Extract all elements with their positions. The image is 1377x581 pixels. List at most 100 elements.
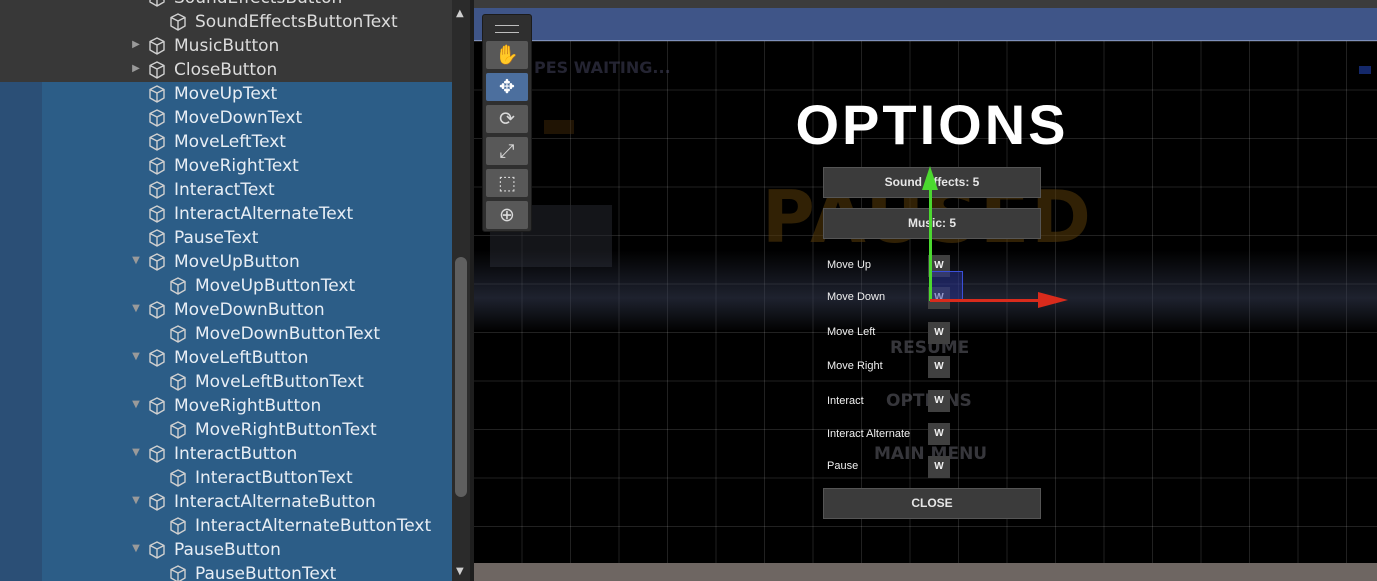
music-button[interactable]: Music: 5 <box>823 208 1041 239</box>
hierarchy-scrollbar[interactable]: ▲ ▼ <box>452 0 470 581</box>
scene-view[interactable]: PES WAITING... PAUSED RESUME OPTIONS MAI… <box>474 0 1377 581</box>
rotate-icon: ⟳ <box>499 108 515 130</box>
hierarchy-item[interactable]: ▼ MoveRightButton <box>0 394 452 418</box>
expand-arrow-icon[interactable]: ▶ <box>130 38 142 52</box>
hierarchy-item[interactable]: ▶ MusicButton <box>0 34 452 58</box>
collapse-arrow-icon[interactable]: ▼ <box>130 350 142 364</box>
gameobject-cube-icon <box>147 492 167 512</box>
hand-icon: ✋ <box>495 44 519 66</box>
hierarchy-item[interactable]: InteractButtonText <box>0 466 452 490</box>
hierarchy-item-label: SoundEffectsButton <box>174 0 342 9</box>
scrollbar-thumb[interactable] <box>455 257 467 497</box>
interact-key-button[interactable]: W <box>928 390 950 412</box>
hierarchy-item[interactable]: MoveUpButtonText <box>0 274 452 298</box>
hierarchy-item-label: MoveLeftButton <box>174 348 309 368</box>
hierarchy-item[interactable]: PauseButtonText <box>0 562 452 581</box>
rect-transform-icon: ⬚ <box>498 172 516 194</box>
hierarchy-item[interactable]: InteractAlternateText <box>0 202 452 226</box>
gameobject-cube-icon <box>147 348 167 368</box>
hierarchy-item[interactable]: MoveDownText <box>0 106 452 130</box>
gizmo-x-axis[interactable] <box>930 299 1040 302</box>
scene-header-band <box>474 8 1377 41</box>
collapse-arrow-icon[interactable]: ▼ <box>130 542 142 556</box>
gameobject-cube-icon <box>168 12 188 32</box>
move-up-label: Move Up <box>827 259 872 271</box>
hierarchy-item[interactable]: ▶ CloseButton <box>0 58 452 82</box>
tool-palette: ✋ ✥ ⟳ ⤢ ⬚ ⊕ <box>482 14 532 232</box>
hierarchy-item[interactable]: MoveLeftText <box>0 130 452 154</box>
expand-arrow-icon[interactable]: ▶ <box>130 62 142 76</box>
move-icon: ✥ <box>499 76 515 98</box>
hierarchy-item[interactable]: ▼ PauseButton <box>0 538 452 562</box>
gameobject-cube-icon <box>168 324 188 344</box>
scene-toolbar <box>474 0 1377 8</box>
gizmo-plane-handle[interactable] <box>931 271 963 301</box>
hierarchy-item[interactable]: SoundEffectsButtonText <box>0 10 452 34</box>
hierarchy-item-label: InteractAlternateButton <box>174 492 376 512</box>
move-left-key-button[interactable]: W <box>928 322 950 344</box>
hierarchy-item[interactable]: InteractText <box>0 178 452 202</box>
hierarchy-item-label: MoveUpButton <box>174 252 300 272</box>
hierarchy-item-label: InteractText <box>174 180 275 200</box>
hierarchy-item-label: InteractAlternateText <box>174 204 354 224</box>
scale-tool-button[interactable]: ⤢ <box>486 137 528 165</box>
gameobject-cube-icon <box>147 84 167 104</box>
palette-grip-icon[interactable] <box>495 25 519 33</box>
move-tool-button[interactable]: ✥ <box>486 73 528 101</box>
hierarchy-item[interactable]: MoveRightText <box>0 154 452 178</box>
collapse-arrow-icon[interactable]: ▼ <box>130 446 142 460</box>
move-down-label: Move Down <box>827 291 886 303</box>
collapse-arrow-icon[interactable]: ▼ <box>130 494 142 508</box>
collapse-arrow-icon[interactable]: ▼ <box>130 398 142 412</box>
gameobject-cube-icon <box>147 132 167 152</box>
gameobject-cube-icon <box>147 156 167 176</box>
hierarchy-item-label: PauseButton <box>174 540 281 560</box>
gameobject-cube-icon <box>168 420 188 440</box>
pause-key-button[interactable]: W <box>928 456 950 478</box>
hierarchy-item[interactable]: MoveDownButtonText <box>0 322 452 346</box>
hierarchy-panel: SoundEffectsButton SoundEffectsButtonText… <box>0 0 452 581</box>
hierarchy-item-label: CloseButton <box>174 60 278 80</box>
hierarchy-item[interactable]: MoveUpText <box>0 82 452 106</box>
hierarchy-item[interactable]: MoveRightButtonText <box>0 418 452 442</box>
move-right-key-button[interactable]: W <box>928 356 950 378</box>
hierarchy-list: SoundEffectsButton SoundEffectsButtonText… <box>0 0 452 581</box>
collapse-arrow-icon[interactable]: ▼ <box>130 254 142 268</box>
hierarchy-item-label: MoveDownText <box>174 108 303 128</box>
hierarchy-item[interactable]: MoveLeftButtonText <box>0 370 452 394</box>
scene-marker <box>1359 66 1371 74</box>
hand-tool-button[interactable]: ✋ <box>486 41 528 69</box>
move-right-label: Move Right <box>827 360 883 372</box>
gameobject-cube-icon <box>147 252 167 272</box>
gameobject-cube-icon <box>147 180 167 200</box>
rect-tool-button[interactable]: ⬚ <box>486 169 528 197</box>
close-button[interactable]: CLOSE <box>823 488 1041 519</box>
scroll-down-arrow-icon[interactable]: ▼ <box>456 566 464 577</box>
hierarchy-item[interactable]: ▼ MoveLeftButton <box>0 346 452 370</box>
hierarchy-item[interactable]: ▼ MoveUpButton <box>0 250 452 274</box>
gameobject-cube-icon <box>147 204 167 224</box>
hierarchy-item[interactable]: ▼ InteractButton <box>0 442 452 466</box>
interact-alternate-key-button[interactable]: W <box>928 423 950 445</box>
hierarchy-item-label: MoveRightButton <box>174 396 322 416</box>
hierarchy-item-label: PauseText <box>174 228 259 248</box>
background-waiting-text: PES WAITING... <box>534 58 671 77</box>
gizmo-y-axis[interactable] <box>929 184 932 301</box>
gizmo-y-arrow-icon[interactable] <box>922 166 938 190</box>
collapse-arrow-icon[interactable]: ▼ <box>130 302 142 316</box>
gameobject-cube-icon <box>147 228 167 248</box>
gameobject-cube-icon <box>147 444 167 464</box>
gizmo-x-arrow-icon[interactable] <box>1038 292 1068 308</box>
hierarchy-item[interactable]: SoundEffectsButton <box>0 0 452 10</box>
hierarchy-item[interactable]: InteractAlternateButtonText <box>0 514 452 538</box>
transform-tool-button[interactable]: ⊕ <box>486 201 528 229</box>
scroll-up-arrow-icon[interactable]: ▲ <box>456 8 464 19</box>
interact-alternate-label: Interact Alternate <box>827 428 911 440</box>
hierarchy-item[interactable]: ▼ MoveDownButton <box>0 298 452 322</box>
gameobject-cube-icon <box>147 36 167 56</box>
hierarchy-item[interactable]: PauseText <box>0 226 452 250</box>
rotate-tool-button[interactable]: ⟳ <box>486 105 528 133</box>
gameobject-cube-icon <box>168 516 188 536</box>
gameobject-cube-icon <box>168 468 188 488</box>
hierarchy-item[interactable]: ▼ InteractAlternateButton <box>0 490 452 514</box>
